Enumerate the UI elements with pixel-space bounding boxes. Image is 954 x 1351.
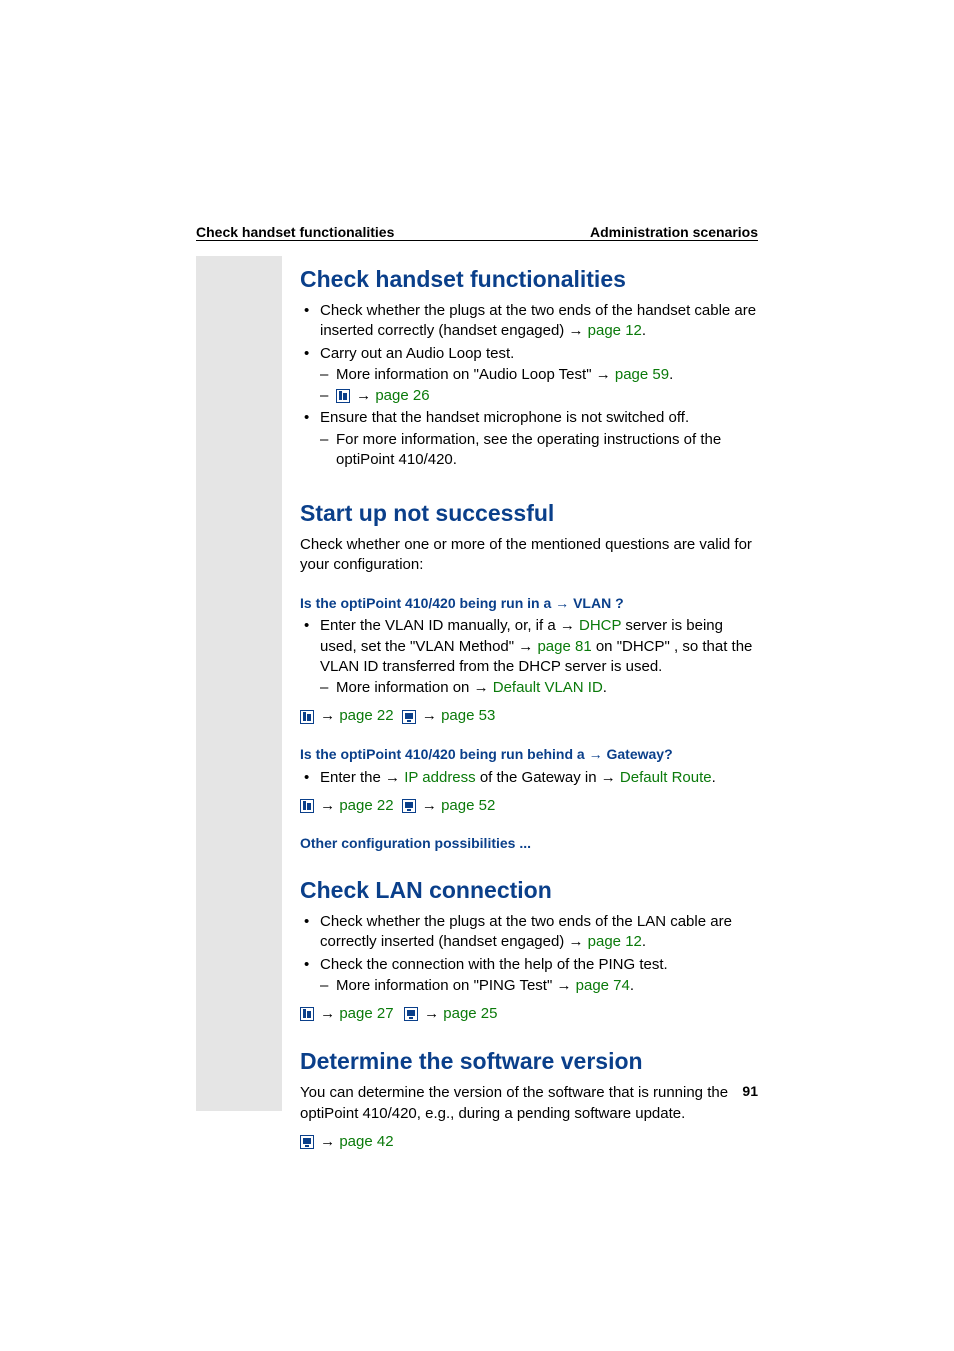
sublist-item: More information on → Default VLAN ID. [320,678,758,698]
arrow-icon: → [596,366,615,383]
term-link[interactable]: Gateway [607,746,665,762]
phone-icon [300,710,314,724]
body-text: More information on "Audio Loop Test" [336,366,596,383]
page-ref-link[interactable]: page 22 [339,797,393,814]
arrow-icon: → [560,617,579,634]
screen-icon [404,1007,418,1021]
arrow-icon: → [422,797,441,814]
screen-icon [300,1135,314,1149]
arrow-icon: → [601,769,620,786]
phone-icon [300,799,314,813]
term-link[interactable]: Default VLAN ID [493,679,603,696]
document-page: Check handset functionalities Administra… [0,0,954,1351]
list-item: Ensure that the handset microphone is no… [300,408,758,470]
page-ref-link[interactable]: page 52 [441,797,495,814]
arrow-icon: → [556,977,575,994]
list-item: Check the connection with the help of th… [300,955,758,997]
subheading-gateway: Is the optiPoint 410/420 being run behin… [300,745,758,764]
body-text: of the Gateway in [476,769,601,786]
body-text: More information on [336,679,474,696]
screen-icon [402,710,416,724]
body-text: Is the optiPoint 410/420 being run in a [300,595,555,611]
icon-ref-line: → page 22 → page 52 [300,796,758,816]
arrow-icon: → [422,707,441,724]
arrow-icon: → [474,679,493,696]
screen-icon [402,799,416,813]
body-text: Ensure that the handset microphone is no… [320,409,689,426]
body-text: ? [664,746,673,762]
sublist-item: → page 26 [320,386,758,406]
arrow-icon: → [589,746,607,762]
body-text: Check whether the plugs at the two ends … [320,913,732,950]
list-item: Carry out an Audio Loop test. More infor… [300,344,758,407]
arrow-icon: → [320,1005,339,1022]
list-vlan: Enter the VLAN ID manually, or, if a → D… [300,616,758,698]
page-number: 91 [742,1082,758,1101]
heading-startup: Start up not successful [300,498,758,529]
arrow-icon: → [424,1005,443,1022]
arrow-icon: → [356,387,375,404]
page-ref-link[interactable]: page 12 [588,933,642,950]
term-link[interactable]: VLAN [573,595,611,611]
icon-ref-line: → page 27 → page 25 [300,1004,758,1024]
icon-ref-line: → page 22 → page 53 [300,706,758,726]
body-text: Enter the [320,769,385,786]
arrow-icon: → [518,638,537,655]
subheading-vlan: Is the optiPoint 410/420 being run in a … [300,594,758,613]
page-ref-link[interactable]: page 12 [588,322,642,339]
arrow-icon: → [385,769,404,786]
arrow-icon: → [320,797,339,814]
term-link[interactable]: IP address [404,769,475,786]
page-ref-link[interactable]: page 59 [615,366,669,383]
page-ref-link[interactable]: page 42 [339,1133,393,1150]
sublist-item: For more information, see the operating … [320,430,758,471]
term-link[interactable]: Default Route [620,769,712,786]
phone-icon [336,389,350,403]
main-content: Check handset functionalities Check whet… [300,256,758,1160]
body-paragraph: You can determine the version of the sof… [300,1083,758,1124]
intro-paragraph: Check whether one or more of the mention… [300,535,758,576]
sublist-item: More information on "PING Test" → page 7… [320,976,758,996]
heading-check-handset: Check handset functionalities [300,264,758,295]
term-link[interactable]: DHCP [579,617,621,634]
icon-ref-line: → page 42 [300,1132,758,1152]
list-item: Enter the → IP address of the Gateway in… [300,768,758,788]
list-gateway: Enter the → IP address of the Gateway in… [300,768,758,788]
page-ref-link[interactable]: page 81 [537,638,591,655]
page-ref-link[interactable]: page 26 [375,387,429,404]
body-text: ? [611,595,623,611]
heading-software-version: Determine the software version [300,1046,758,1077]
arrow-icon: → [568,322,587,339]
body-text: Enter the VLAN ID manually, or, if a [320,617,560,634]
arrow-icon: → [568,933,587,950]
arrow-icon: → [555,595,573,611]
left-margin-column [196,256,282,1111]
body-text: More information on "PING Test" [336,977,556,994]
list-item: Check whether the plugs at the two ends … [300,301,758,342]
page-ref-link[interactable]: page 53 [441,707,495,724]
phone-icon [300,1007,314,1021]
page-ref-link[interactable]: page 22 [339,707,393,724]
list-item: Enter the VLAN ID manually, or, if a → D… [300,616,758,698]
arrow-icon: → [320,1133,339,1150]
arrow-icon: → [320,707,339,724]
body-text: Is the optiPoint 410/420 being run behin… [300,746,589,762]
list-check-handset: Check whether the plugs at the two ends … [300,301,758,470]
subheading-other-config: Other configuration possibilities ... [300,834,758,853]
body-text: Check whether the plugs at the two ends … [320,302,756,339]
header-rule [196,240,758,241]
list-item: Check whether the plugs at the two ends … [300,912,758,953]
page-ref-link[interactable]: page 74 [576,977,630,994]
heading-check-lan: Check LAN connection [300,875,758,906]
page-ref-link[interactable]: page 27 [339,1005,393,1022]
body-text: Check the connection with the help of th… [320,956,668,973]
body-text: Carry out an Audio Loop test. [320,345,514,362]
sublist-item: More information on "Audio Loop Test" → … [320,365,758,385]
list-check-lan: Check whether the plugs at the two ends … [300,912,758,996]
page-ref-link[interactable]: page 25 [443,1005,497,1022]
